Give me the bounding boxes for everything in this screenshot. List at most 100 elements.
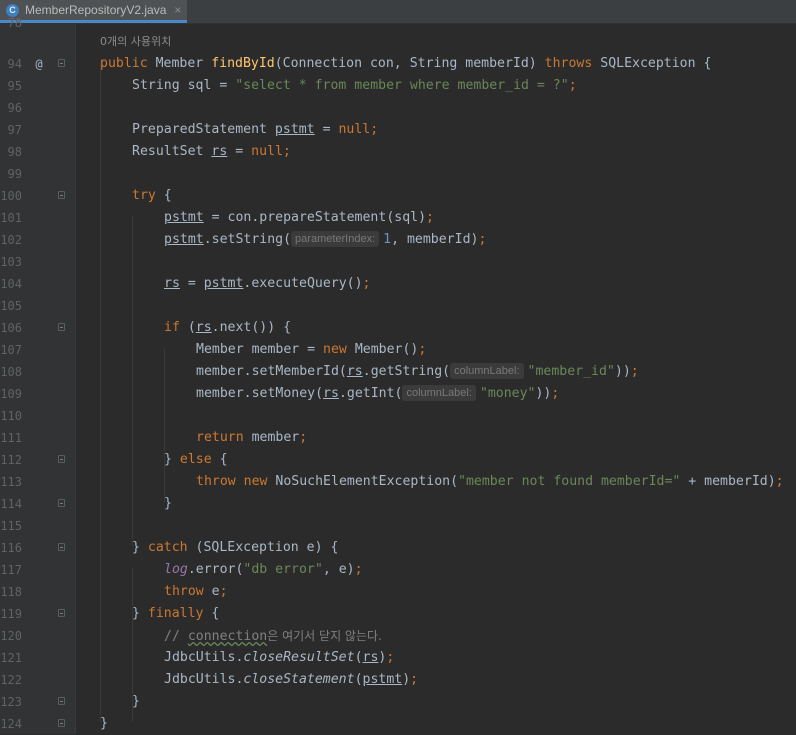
line-number: 110 — [0, 409, 22, 423]
code-line: 114 } — [0, 493, 796, 515]
code-token: ; — [630, 364, 639, 379]
fold-icon[interactable] — [58, 499, 65, 507]
code-token: ( — [179, 320, 196, 335]
line-number: 101 — [0, 211, 22, 225]
code-token: ; — [418, 342, 427, 357]
code-line: 109 member.setMoney(rs.getInt(columnLabe… — [0, 383, 796, 405]
code-token: pstmt — [274, 122, 315, 137]
code-line: 105 — [0, 295, 796, 317]
code-token: )) — [535, 386, 552, 401]
code-token: ; — [568, 78, 577, 93]
code-token: throw — [196, 474, 236, 489]
fold-icon[interactable] — [58, 59, 65, 67]
line-number: 107 — [0, 343, 22, 357]
parameter-hint: columnLabel: — [402, 385, 476, 401]
code-token: ; — [551, 386, 560, 401]
line-number: 108 — [0, 365, 22, 379]
code-token: String sql = — [132, 78, 236, 93]
code-token: return — [196, 430, 244, 445]
line-number: 109 — [0, 387, 22, 401]
fold-icon[interactable] — [58, 323, 65, 331]
code-token: try — [132, 188, 156, 203]
code-line: 119 } finally { — [0, 603, 796, 625]
code-token: new — [323, 342, 347, 357]
code-token: throws — [544, 56, 593, 71]
code-token: catch — [147, 540, 188, 555]
code-token: ; — [354, 562, 363, 577]
usage-hint-line: 0개의 사용위치 — [0, 31, 796, 53]
code-token: log — [164, 562, 188, 577]
code-token: ; — [362, 276, 371, 291]
line-number: 104 — [0, 277, 22, 291]
code-token: Member member = — [196, 342, 324, 357]
line-number: 116 — [0, 541, 22, 555]
code-line: 113 throw new NoSuchElementException("me… — [0, 471, 796, 493]
code-token: closeStatement — [243, 672, 355, 687]
code-token: = — [227, 144, 252, 159]
override-marker-icon[interactable]: @ — [32, 53, 46, 75]
code-token: "select * from member where member_id = … — [235, 78, 569, 93]
code-token: ; — [282, 144, 291, 159]
code-token: pstmt — [164, 210, 204, 225]
code-token: null — [338, 122, 371, 137]
code-token: { — [203, 606, 220, 621]
code-editor[interactable]: 78 0개의 사용위치 94 @ public Member findById(… — [0, 16, 796, 735]
code-line: 94 @ public Member findById(Connection c… — [0, 53, 796, 75]
fold-icon[interactable] — [58, 719, 65, 727]
line-number: 95 — [7, 79, 22, 93]
line-number: 120 — [0, 629, 22, 643]
code-token: "member not found memberId=" — [458, 474, 681, 489]
code-token: } — [164, 452, 180, 467]
code-token: closeResultSet — [243, 650, 355, 665]
fold-icon[interactable] — [58, 543, 65, 551]
code-token: ResultSet — [132, 144, 212, 159]
code-token: "db error" — [243, 562, 323, 577]
code-token: NoSuchElementException( — [267, 474, 459, 489]
code-token: ; — [386, 650, 395, 665]
code-token: .getString( — [362, 364, 451, 379]
fold-icon[interactable] — [58, 455, 65, 463]
code-token: } — [100, 716, 108, 731]
code-token: } — [132, 606, 148, 621]
line-number: 113 — [0, 475, 22, 489]
line-number: 115 — [0, 519, 22, 533]
code-line: 117 log.error("db error", e); — [0, 559, 796, 581]
code-line: 118 throw e; — [0, 581, 796, 603]
code-token: (Connection con, String memberId) — [274, 56, 545, 71]
code-line: 96 — [0, 97, 796, 119]
code-token: ; — [219, 584, 228, 599]
code-token: .setString( — [203, 232, 292, 247]
fold-icon[interactable] — [58, 697, 65, 705]
code-token: } — [164, 496, 172, 511]
code-token: finally — [147, 606, 204, 621]
code-token: pstmt — [164, 232, 204, 247]
code-line: 112 } else { — [0, 449, 796, 471]
line-number: 106 — [0, 321, 22, 335]
line-number: 94 — [7, 57, 22, 71]
code-line: 95 String sql = "select * from member wh… — [0, 75, 796, 97]
code-token: SQLException { — [592, 56, 712, 71]
code-line: 124 } — [0, 713, 796, 735]
line-number: 117 — [0, 563, 22, 577]
code-line: 101 pstmt = con.prepareStatement(sql); — [0, 207, 796, 229]
code-token: = — [314, 122, 339, 137]
usage-hint[interactable]: 0개의 사용위치 — [100, 31, 171, 53]
code-token: pstmt — [203, 276, 244, 291]
code-line: 98 ResultSet rs = null; — [0, 141, 796, 163]
code-token: rs — [362, 650, 379, 665]
fold-icon[interactable] — [58, 191, 65, 199]
code-token: } — [132, 540, 148, 555]
code-token: else — [179, 452, 212, 467]
line-number: 123 — [0, 695, 22, 709]
fold-icon[interactable] — [58, 609, 65, 617]
code-line: 116 } catch (SQLException e) { — [0, 537, 796, 559]
code-token: Member — [155, 56, 204, 71]
line-number: 119 — [0, 607, 22, 621]
code-token: member.setMoney( — [196, 386, 324, 401]
code-line: 100 try { — [0, 185, 796, 207]
code-token: member.setMemberId( — [196, 364, 347, 379]
code-token: if — [164, 320, 180, 335]
code-token: new — [243, 474, 268, 489]
line-number: 99 — [7, 167, 22, 181]
code-line: 99 — [0, 163, 796, 185]
